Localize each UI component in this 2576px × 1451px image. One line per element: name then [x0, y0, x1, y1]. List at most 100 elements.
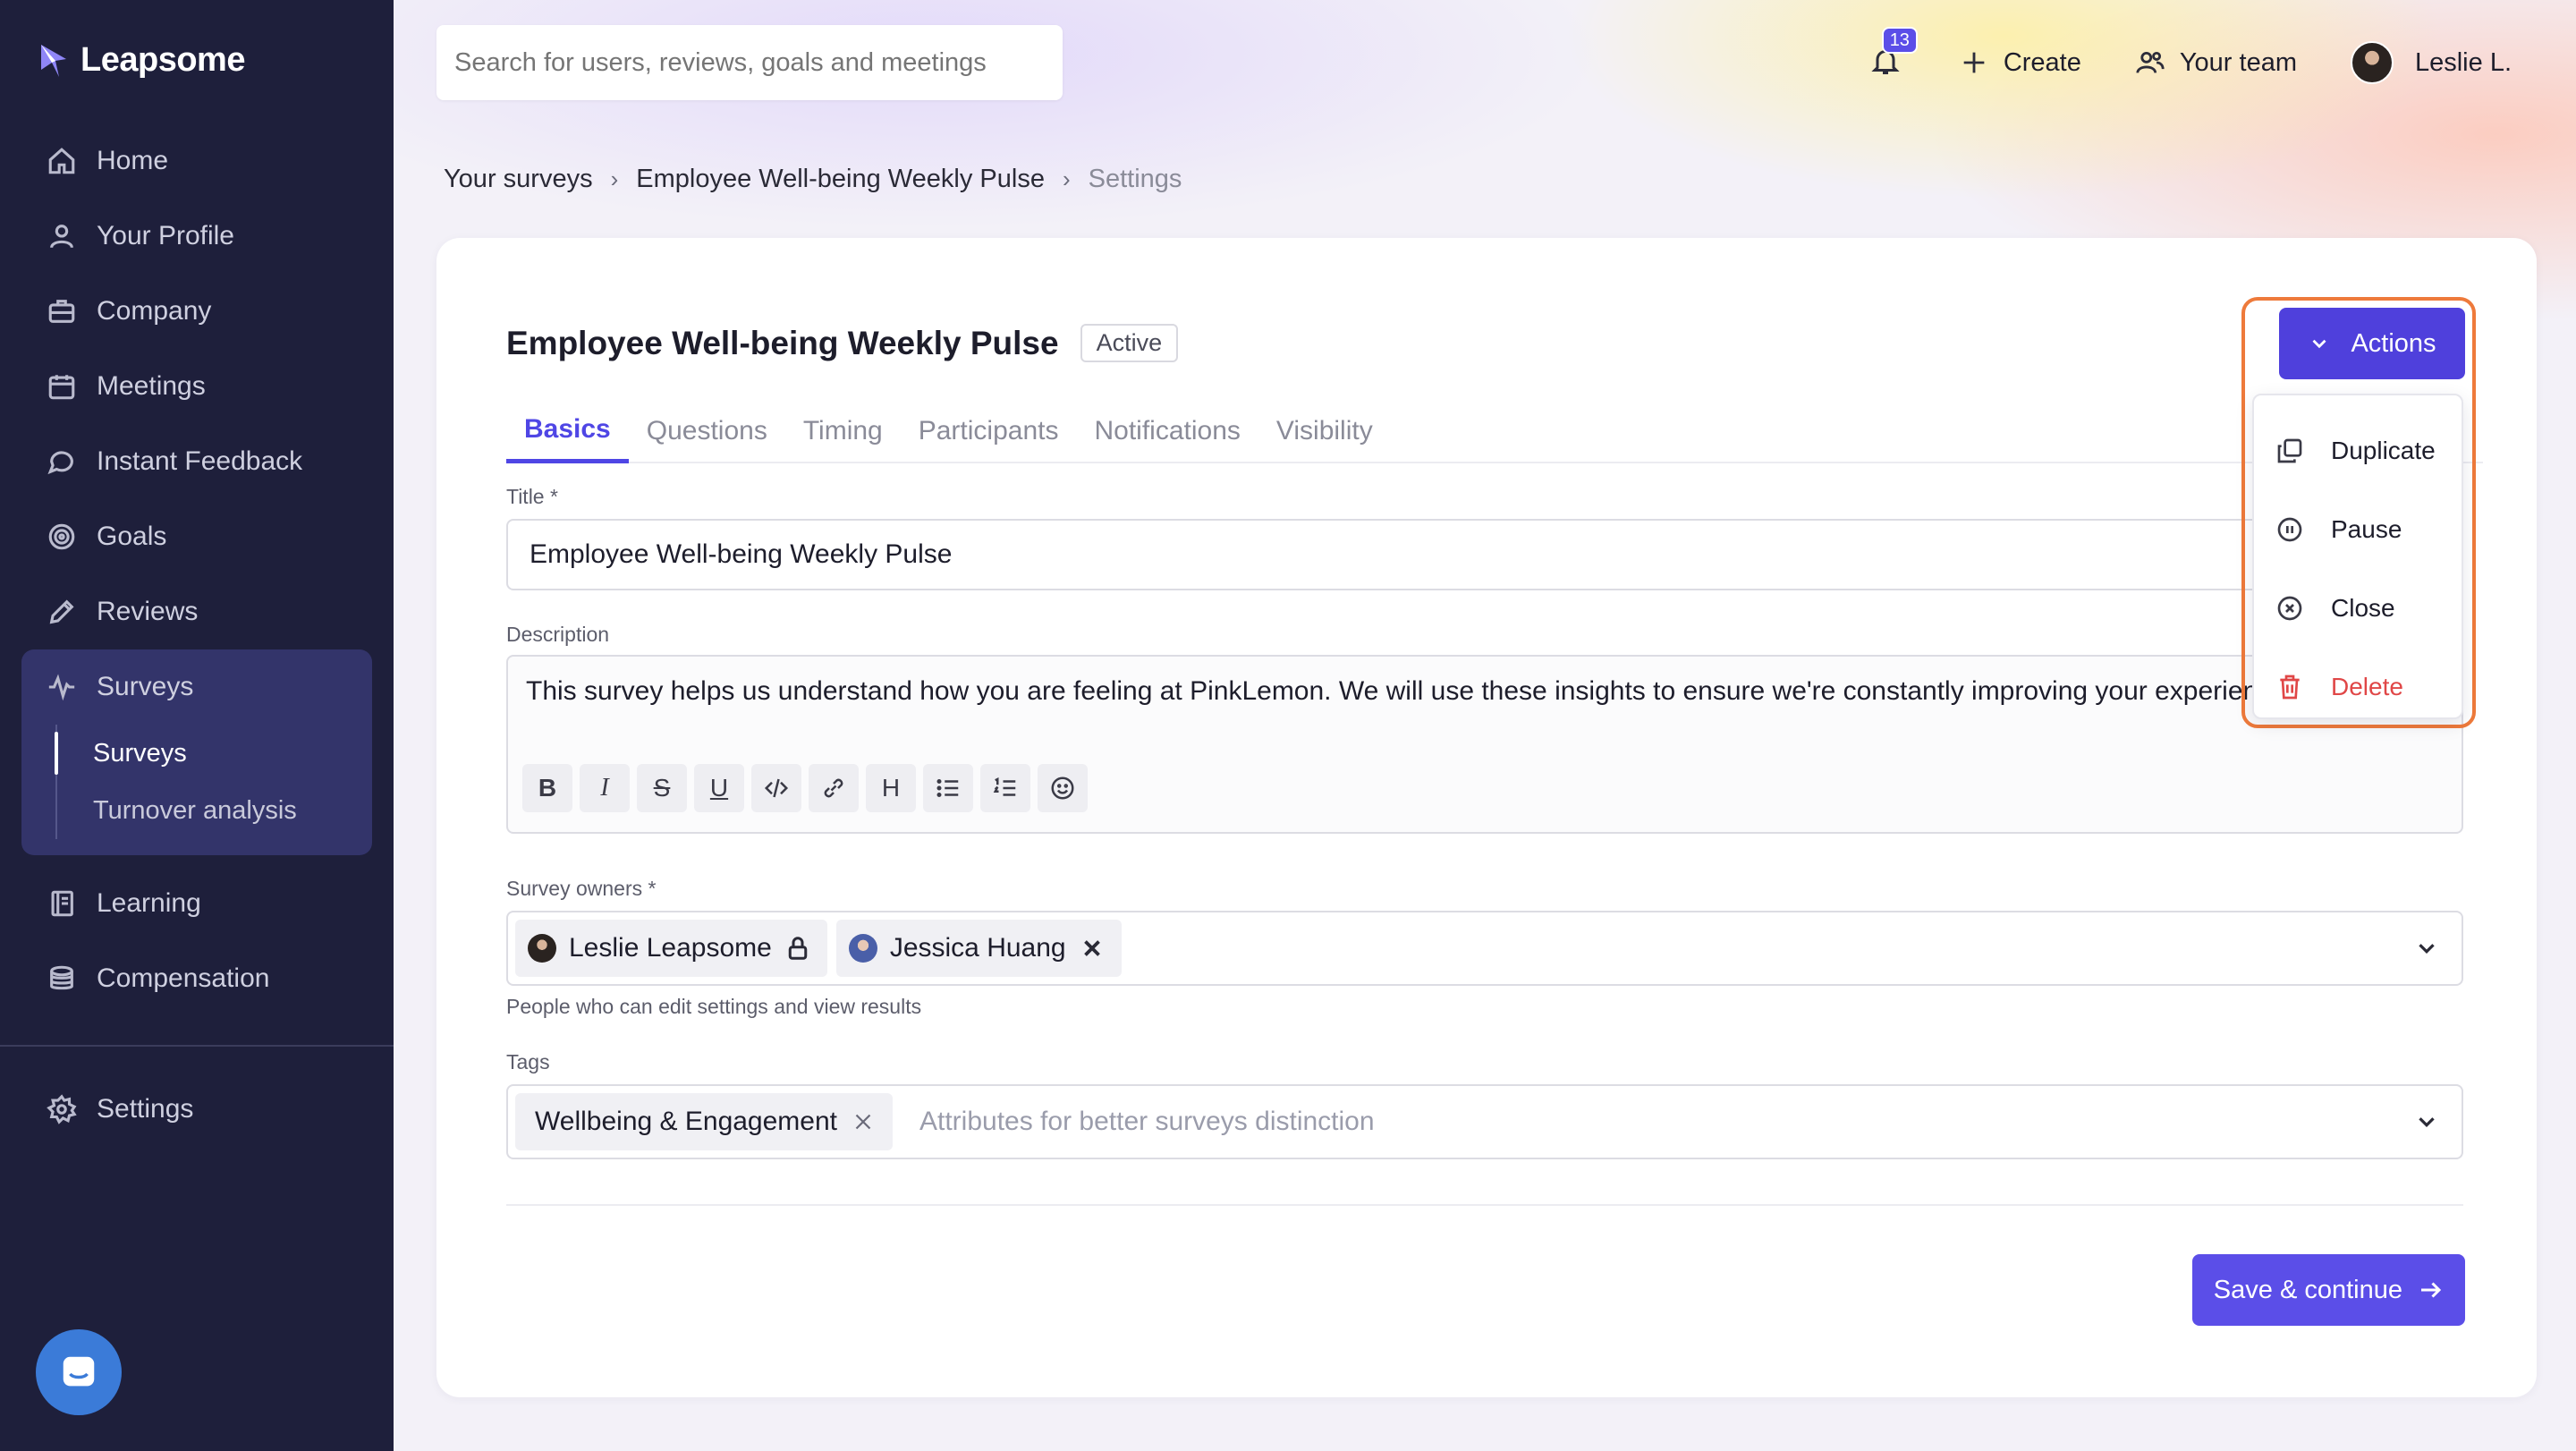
sidebar-item-label: Instant Feedback — [97, 446, 303, 476]
sidebar-item-home[interactable]: Home — [0, 123, 394, 199]
user-menu[interactable]: Leslie L. — [2350, 41, 2512, 84]
support-chat-button[interactable] — [36, 1329, 122, 1415]
actions-menu: Duplicate Pause Close Delete — [2252, 394, 2463, 719]
sidebar-item-settings[interactable]: Settings — [0, 1072, 394, 1147]
tab-visibility[interactable]: Visibility — [1258, 399, 1391, 463]
numbered-list-button[interactable] — [980, 764, 1030, 812]
user-name: Leslie L. — [2414, 47, 2512, 77]
create-button[interactable]: Create — [1959, 47, 2081, 78]
heading-button[interactable]: H — [866, 764, 916, 812]
sidebar-item-instant-feedback[interactable]: Instant Feedback — [0, 424, 394, 499]
survey-owners-select[interactable]: Leslie Leapsome Jessica Huang — [506, 911, 2463, 986]
pencil-icon — [49, 599, 74, 624]
numbered-list-icon — [993, 776, 1016, 796]
sidebar-divider — [0, 1045, 394, 1047]
sidebar-item-reviews[interactable]: Reviews — [0, 574, 394, 649]
topbar-actions: 13 Create Your team Leslie L. — [1869, 27, 2512, 98]
sidebar-item-label: Meetings — [97, 371, 206, 401]
breadcrumb-survey[interactable]: Employee Well-being Weekly Pulse — [636, 165, 1045, 194]
menu-item-close[interactable]: Close — [2254, 569, 2462, 648]
search-input[interactable] — [436, 25, 1063, 100]
tab-questions[interactable]: Questions — [629, 399, 785, 463]
survey-owners-label: Survey owners * — [506, 877, 657, 900]
chevron-right-icon: › — [1062, 165, 1071, 192]
code-button[interactable] — [751, 764, 801, 812]
sidebar-item-label: Goals — [97, 522, 167, 551]
arrow-right-icon — [2421, 1282, 2442, 1298]
bold-button[interactable]: B — [522, 764, 572, 812]
underline-icon: U — [709, 774, 729, 802]
chevron-down-icon[interactable] — [2413, 935, 2440, 962]
plus-icon — [1963, 52, 1985, 73]
briefcase-icon — [48, 300, 75, 323]
sidebar-item-label: Your Profile — [97, 221, 234, 250]
brand-name: Leapsome — [80, 41, 245, 79]
duplicate-icon — [2277, 438, 2302, 463]
calendar-icon — [48, 375, 75, 400]
home-icon — [48, 148, 75, 174]
italic-icon: I — [600, 774, 609, 802]
notifications-button[interactable]: 13 — [1869, 27, 1918, 81]
italic-button[interactable]: I — [580, 764, 630, 812]
sidebar-subitem-surveys[interactable]: Surveys — [55, 725, 372, 782]
description-label: Description — [506, 623, 610, 646]
title-label: Title * — [506, 485, 558, 508]
tab-basics[interactable]: Basics — [506, 399, 629, 463]
description-text[interactable]: This survey helps us understand how you … — [526, 676, 2271, 707]
save-continue-button[interactable]: Save & continue — [2191, 1254, 2465, 1326]
chevron-down-icon — [2312, 339, 2326, 349]
owner-chip: Leslie Leapsome — [515, 920, 827, 977]
menu-item-label: Duplicate — [2331, 437, 2436, 464]
sidebar-item-label: Home — [97, 146, 169, 175]
your-team-button[interactable]: Your team — [2135, 47, 2297, 78]
sidebar-subitem-turnover-analysis[interactable]: Turnover analysis — [57, 782, 372, 839]
strikethrough-button[interactable]: S — [637, 764, 687, 812]
surveys-group: Surveys Surveys Turnover analysis — [21, 649, 372, 855]
sidebar-nav: Home Your Profile Company Meetings Insta… — [0, 123, 394, 1147]
sidebar: Leapsome Home Your Profile Company Meeti… — [0, 0, 394, 1451]
title-field[interactable]: Employee Well-being Weekly Pulse — [506, 519, 2463, 590]
status-badge: Active — [1080, 324, 1179, 362]
sidebar-item-label: Surveys — [97, 672, 194, 701]
close-circle-icon — [2277, 596, 2302, 621]
menu-item-duplicate[interactable]: Duplicate — [2254, 412, 2462, 490]
tags-placeholder: Attributes for better surveys distinctio… — [919, 1107, 1375, 1136]
link-button[interactable] — [809, 764, 859, 812]
sidebar-item-learning[interactable]: Learning — [0, 866, 394, 941]
sidebar-item-label: Learning — [97, 888, 201, 918]
description-editor[interactable]: This survey helps us understand how you … — [506, 655, 2463, 834]
sidebar-item-goals[interactable]: Goals — [0, 499, 394, 574]
bullet-list-button[interactable] — [923, 764, 973, 812]
tab-notifications[interactable]: Notifications — [1076, 399, 1258, 463]
menu-item-delete[interactable]: Delete — [2254, 648, 2462, 726]
sidebar-item-company[interactable]: Company — [0, 274, 394, 349]
emoji-button[interactable] — [1038, 764, 1088, 812]
tab-participants[interactable]: Participants — [901, 399, 1077, 463]
avatar — [528, 934, 556, 963]
actions-button[interactable]: Actions — [2279, 308, 2465, 379]
save-continue-label: Save & continue — [2213, 1275, 2402, 1304]
sidebar-item-your-profile[interactable]: Your Profile — [0, 199, 394, 274]
brand-logo[interactable]: Leapsome — [39, 41, 245, 80]
survey-settings-card: Employee Well-being Weekly Pulse Active … — [436, 238, 2537, 1397]
chevron-down-icon[interactable] — [2413, 1108, 2440, 1135]
bullet-list-icon — [936, 779, 959, 797]
tags-select[interactable]: Wellbeing & Engagement Attributes for be… — [506, 1084, 2463, 1159]
emoji-icon — [1051, 776, 1074, 800]
link-icon — [824, 778, 843, 798]
tab-timing[interactable]: Timing — [785, 399, 901, 463]
menu-item-pause[interactable]: Pause — [2254, 490, 2462, 569]
remove-icon[interactable] — [1079, 935, 1106, 962]
settings-tabs: Basics Questions Timing Participants Not… — [506, 399, 2483, 463]
owner-chip: Jessica Huang — [835, 920, 1122, 977]
sidebar-item-compensation[interactable]: Compensation — [0, 941, 394, 1016]
your-team-label: Your team — [2179, 47, 2297, 77]
avatar — [2350, 41, 2394, 84]
sidebar-item-surveys[interactable]: Surveys — [21, 649, 372, 725]
breadcrumb-your-surveys[interactable]: Your surveys — [444, 165, 593, 194]
remove-icon[interactable] — [850, 1108, 877, 1135]
owner-name: Jessica Huang — [889, 933, 1066, 963]
sidebar-item-meetings[interactable]: Meetings — [0, 349, 394, 424]
pulse-icon — [48, 674, 75, 701]
underline-button[interactable]: U — [694, 764, 744, 812]
